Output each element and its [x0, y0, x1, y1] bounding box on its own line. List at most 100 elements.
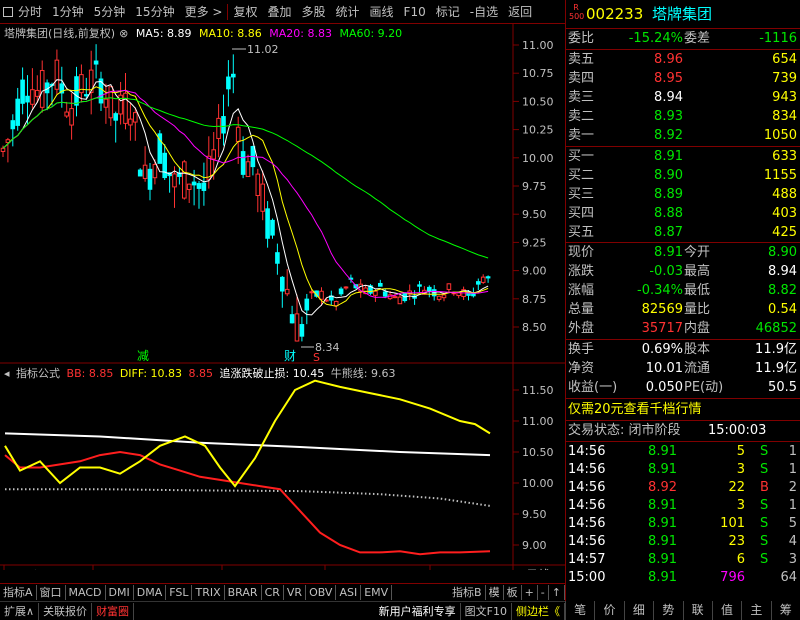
- tick-row[interactable]: 14:56 8.91 101 S 5: [566, 515, 800, 533]
- indicator-tab[interactable]: ↑: [549, 584, 565, 600]
- panel-switch-tab[interactable]: 值: [711, 601, 741, 620]
- indicator-tab[interactable]: DMI: [106, 584, 134, 600]
- tick-row[interactable]: 14:57 8.91 6 S 3: [566, 551, 800, 569]
- buy-row[interactable]: 买二 8.90 1155: [566, 167, 800, 185]
- promo-text[interactable]: 仅需20元查看千档行情: [568, 401, 702, 419]
- multi-stock-button[interactable]: 多股: [297, 0, 331, 24]
- back-button[interactable]: 返回: [503, 0, 537, 24]
- tab-1min[interactable]: 1分钟: [47, 0, 89, 24]
- panel-switch-tab[interactable]: 势: [653, 601, 682, 620]
- quote-row[interactable]: 涨跌 -0.03 最高 8.94: [566, 263, 800, 281]
- sell-row[interactable]: 卖一 8.92 1050: [566, 127, 800, 145]
- ma20-label: MA20: 8.83: [269, 27, 332, 40]
- buy-price: 8.87: [654, 225, 683, 240]
- quote-row[interactable]: 外盘 35717 内盘 46852: [566, 320, 800, 338]
- panel-switch-tab[interactable]: 细: [623, 601, 653, 620]
- wealth-circle-tab[interactable]: 财富圈: [92, 602, 135, 620]
- remove-watchlist-button[interactable]: -自选: [465, 0, 503, 24]
- buy-volume: 403: [772, 206, 797, 221]
- indicator-tab[interactable]: MACD: [66, 584, 106, 600]
- quote-row[interactable]: 涨幅 -0.34% 最低 8.82: [566, 282, 800, 300]
- fin-row[interactable]: 换手 0.69% 股本 11.9亿: [566, 341, 800, 359]
- indicator-tab[interactable]: BRAR: [225, 584, 262, 600]
- sell-row[interactable]: 卖四 8.95 739: [566, 70, 800, 88]
- tab-15min[interactable]: 15分钟: [130, 0, 179, 24]
- indicator-tab[interactable]: ASI: [336, 584, 362, 600]
- diff-label: DIFF: 10.83: [119, 367, 183, 380]
- tick-row[interactable]: 14:56 8.91 3 S 1: [566, 497, 800, 515]
- overlay-button[interactable]: 叠加: [262, 0, 296, 24]
- new-user-link[interactable]: 新用户福利专享: [375, 602, 461, 620]
- tab-fenshi[interactable]: 分时: [13, 0, 47, 24]
- f10-button[interactable]: F10: [399, 0, 431, 24]
- related-quote-tab[interactable]: 关联报价: [39, 602, 93, 620]
- tick-volume: 3: [736, 498, 745, 513]
- candle-body: [20, 79, 25, 104]
- buy-row[interactable]: 买五 8.87 425: [566, 224, 800, 242]
- buy-price: 8.90: [654, 168, 683, 183]
- fin-label: PE(动): [684, 380, 724, 395]
- indicator-tab[interactable]: FSL: [166, 584, 193, 600]
- promo-row[interactable]: 仅需20元查看千档行情: [566, 401, 800, 419]
- indicator-tab[interactable]: 模: [486, 584, 504, 600]
- quote-value: 8.91: [654, 245, 683, 260]
- quote-label: 涨跌: [568, 264, 595, 279]
- period-label: 日线: [526, 568, 550, 570]
- buy-row[interactable]: 买一 8.91 633: [566, 148, 800, 166]
- tick-row[interactable]: 14:56 8.92 22 B 2: [566, 479, 800, 497]
- panel-switch-tab[interactable]: 价: [594, 601, 623, 620]
- ind-tick-label: 10.50: [522, 446, 554, 459]
- indicator-tab[interactable]: 指标B: [449, 584, 486, 600]
- indicator-tab[interactable]: VR: [284, 584, 307, 600]
- panel-switch-tab[interactable]: 主: [741, 601, 770, 620]
- kline-chart[interactable]: 11.00 10.75 10.50 10.25 10.00 9.75 9.50 9.25 9.0…: [0, 24, 565, 570]
- sidebar-toggle[interactable]: 侧边栏《: [512, 602, 565, 620]
- tick-row[interactable]: 14:56 8.91 5 S 1: [566, 443, 800, 461]
- quote-row[interactable]: 总量 82569 量比 0.54: [566, 301, 800, 319]
- candle-body: [30, 89, 35, 105]
- tick-row[interactable]: 15:00 8.91 796 64: [566, 569, 800, 587]
- fin-row[interactable]: 净资 10.01 流通 11.9亿: [566, 360, 800, 378]
- tick-direction: S: [760, 462, 769, 477]
- indicator-tab[interactable]: 板: [504, 584, 522, 600]
- indicator-tab[interactable]: 指标A: [0, 584, 37, 600]
- indicator-tab[interactable]: EMV: [361, 584, 393, 600]
- expand-button[interactable]: 扩展∧: [0, 602, 40, 620]
- indicator-title[interactable]: 指标公式: [16, 367, 60, 380]
- tick-row[interactable]: 14:56 8.91 23 S 4: [566, 533, 800, 551]
- panel-switch-tab[interactable]: 笔: [565, 601, 594, 620]
- buy-row[interactable]: 买四 8.88 403: [566, 205, 800, 223]
- trade-state-row: 交易状态: 闭市阶段 15:00:03: [566, 422, 800, 440]
- indicator-tab[interactable]: TRIX: [192, 584, 225, 600]
- panel-switch-tab[interactable]: 联: [682, 601, 712, 620]
- dropdown-icon[interactable]: ◂: [4, 367, 10, 380]
- more-button[interactable]: 更多 >: [180, 0, 228, 24]
- indicator-tab[interactable]: +: [522, 584, 538, 600]
- bullbear-label: 牛熊线: 9.63: [330, 367, 396, 380]
- sell-row[interactable]: 卖五 8.96 654: [566, 51, 800, 69]
- fuquan-button[interactable]: 复权: [228, 0, 262, 24]
- indicator-tab[interactable]: OBV: [306, 584, 337, 600]
- stats-button[interactable]: 统计: [331, 0, 365, 24]
- indicator-tab[interactable]: -: [538, 584, 549, 600]
- indicator-tab[interactable]: DMA: [134, 584, 167, 600]
- window-icon[interactable]: [3, 6, 13, 17]
- sell-row[interactable]: 卖二 8.93 834: [566, 108, 800, 126]
- buy-row[interactable]: 买三 8.89 488: [566, 186, 800, 204]
- draw-line-button[interactable]: 画线: [365, 0, 399, 24]
- mark-button[interactable]: 标记: [431, 0, 465, 24]
- date-tick-label: 5: [327, 569, 334, 570]
- candle-body: [427, 286, 432, 292]
- sell-row[interactable]: 卖三 8.94 943: [566, 89, 800, 107]
- f10-text-button[interactable]: 图文F10: [461, 602, 512, 620]
- panel-switch-tab[interactable]: 筹: [770, 601, 800, 620]
- tick-row[interactable]: 14:56 8.91 3 S 1: [566, 461, 800, 479]
- quote-row[interactable]: 现价 8.91 今开 8.90: [566, 244, 800, 262]
- indicator-tab[interactable]: CR: [262, 584, 284, 600]
- indicator-tab[interactable]: 窗口: [37, 584, 66, 600]
- fin-row[interactable]: 收益(一) 0.050 PE(动) 50.5: [566, 379, 800, 397]
- quote-label: 现价: [568, 245, 595, 260]
- tab-5min[interactable]: 5分钟: [89, 0, 131, 24]
- settings-icon[interactable]: ⊗: [119, 27, 128, 40]
- candle-body: [0, 147, 6, 152]
